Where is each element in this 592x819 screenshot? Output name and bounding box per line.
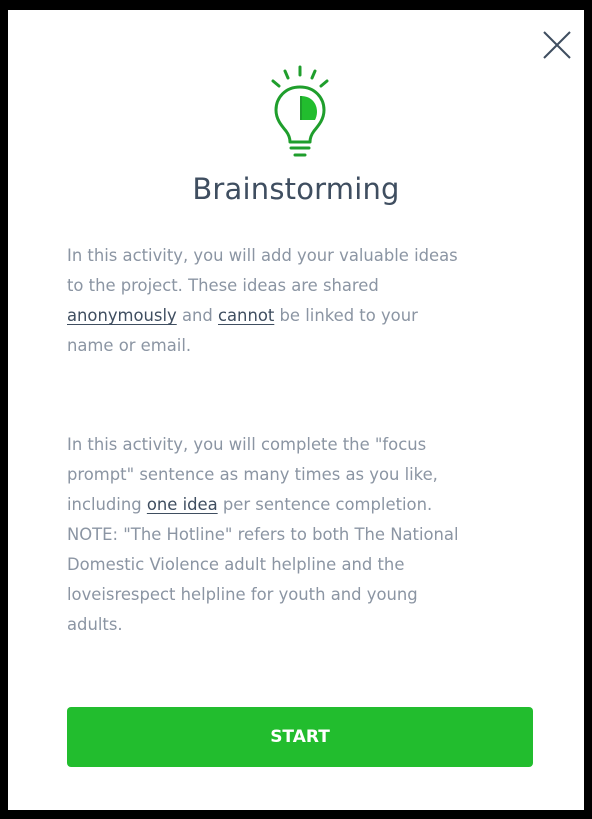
one-idea-link[interactable]: one idea xyxy=(147,495,218,514)
details-paragraph: In this activity, you will complete the … xyxy=(67,430,539,640)
details-line-4: NOTE: "The Hotline" refers to both The N… xyxy=(67,525,459,544)
close-icon xyxy=(543,31,571,59)
anonymously-link[interactable]: anonymously xyxy=(67,306,177,325)
brainstorming-dialog: Brainstorming In this activity, you will… xyxy=(8,10,584,810)
details-line-7: adults. xyxy=(67,615,123,634)
details-line-1: In this activity, you will complete the … xyxy=(67,435,427,454)
start-button[interactable]: START xyxy=(67,707,533,767)
lightbulb-icon xyxy=(271,65,329,157)
start-button-label: START xyxy=(270,727,330,747)
details-line-6: loveisrespect helpline for youth and you… xyxy=(67,585,418,604)
dialog-title: Brainstorming xyxy=(192,172,400,206)
intro-line-1: In this activity, you will add your valu… xyxy=(67,246,458,265)
details-line-3-end: per sentence completion. xyxy=(217,495,433,514)
details-line-3: including one idea per sentence completi… xyxy=(67,490,539,520)
intro-paragraph: In this activity, you will add your valu… xyxy=(67,241,539,361)
intro-line-2: to the project. These ideas are shared xyxy=(67,276,379,295)
close-button[interactable] xyxy=(541,29,573,61)
intro-line-3: anonymously and cannot be linked to your xyxy=(67,301,539,331)
intro-line-3-end: be linked to your xyxy=(274,306,418,325)
details-line-3-start: including xyxy=(67,495,147,514)
intro-line-4: name or email. xyxy=(67,336,192,355)
cannot-link[interactable]: cannot xyxy=(218,306,274,325)
details-line-2: prompt" sentence as many times as you li… xyxy=(67,465,438,484)
intro-line-3-mid: and xyxy=(176,306,218,325)
details-line-5: Domestic Violence adult helpline and the xyxy=(67,555,405,574)
